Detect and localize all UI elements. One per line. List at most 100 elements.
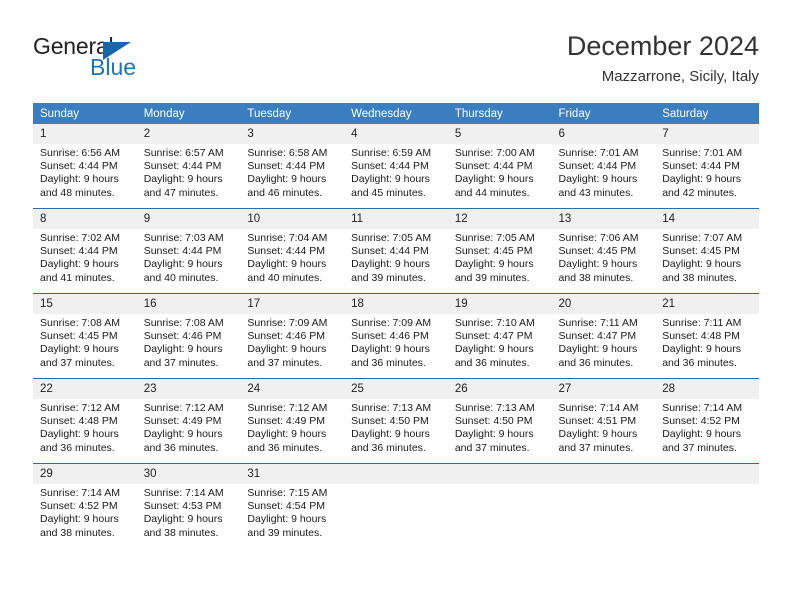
calendar-day-cell[interactable]: 19 Sunrise: 7:10 AM Sunset: 4:47 PM Dayligh… bbox=[447, 293, 552, 379]
calendar-day-cell[interactable]: 24 Sunrise: 7:12 AM Sunset: 4:49 PM Dayligh… bbox=[240, 378, 345, 464]
calendar-day-cell[interactable]: 22 Sunrise: 7:12 AM Sunset: 4:48 PM Dayligh… bbox=[33, 378, 137, 464]
general-blue-logo[interactable]: General Blue bbox=[33, 34, 273, 90]
calendar-cell-empty bbox=[344, 463, 448, 548]
daylight-duration-line2: and 48 minutes. bbox=[40, 186, 115, 199]
daylight-duration-line2: and 37 minutes. bbox=[454, 441, 530, 454]
daylight-duration-line1: Daylight: 9 hours bbox=[351, 173, 430, 186]
day-cell-inner: 14 Sunrise: 7:07 AM Sunset: 4:45 PM Dayligh… bbox=[655, 209, 759, 293]
calendar-day-cell[interactable]: 27 Sunrise: 7:14 AM Sunset: 4:51 PM Dayligh… bbox=[551, 378, 656, 464]
daylight-duration-line1: Daylight: 9 hours bbox=[143, 258, 223, 271]
sunset-time: Sunset: 4:44 PM bbox=[143, 245, 222, 258]
daylight-duration-line2: and 37 minutes. bbox=[247, 356, 323, 369]
calendar-day-cell[interactable]: 15 Sunrise: 7:08 AM Sunset: 4:45 PM Dayligh… bbox=[33, 293, 137, 379]
day-details: Sunrise: 7:14 AM Sunset: 4:51 PM Daylight:… bbox=[552, 399, 656, 455]
weekday-header-friday: Friday bbox=[551, 103, 656, 124]
calendar-day-cell[interactable]: 13 Sunrise: 7:06 AM Sunset: 4:45 PM Dayligh… bbox=[551, 208, 656, 294]
calendar-day-cell[interactable]: 31 Sunrise: 7:15 AM Sunset: 4:54 PM Dayligh… bbox=[240, 463, 345, 548]
day-number: 17 bbox=[240, 294, 345, 314]
day-details: Sunrise: 7:09 AM Sunset: 4:46 PM Daylight:… bbox=[344, 314, 448, 370]
calendar-day-cell[interactable]: 14 Sunrise: 7:07 AM Sunset: 4:45 PM Dayligh… bbox=[655, 208, 759, 294]
day-cell-inner: 16 Sunrise: 7:08 AM Sunset: 4:46 PM Dayligh… bbox=[136, 294, 241, 378]
calendar-day-cell[interactable]: 10 Sunrise: 7:04 AM Sunset: 4:44 PM Dayligh… bbox=[240, 208, 345, 294]
daylight-duration-line2: and 44 minutes. bbox=[454, 186, 530, 199]
daylight-duration-line1: Daylight: 9 hours bbox=[143, 428, 223, 441]
day-details: Sunrise: 7:15 AM Sunset: 4:54 PM Daylight:… bbox=[240, 484, 344, 540]
day-details: Sunrise: 7:05 AM Sunset: 4:44 PM Daylight:… bbox=[344, 229, 448, 285]
sunset-time: Sunset: 4:44 PM bbox=[247, 245, 326, 258]
day-cell-inner: 11 Sunrise: 7:05 AM Sunset: 4:44 PM Dayligh… bbox=[344, 209, 448, 293]
weekday-header-sunday: Sunday bbox=[33, 103, 137, 124]
day-details: Sunrise: 7:12 AM Sunset: 4:49 PM Daylight:… bbox=[137, 399, 241, 455]
sunrise-time: Sunrise: 7:10 AM bbox=[454, 317, 535, 329]
calendar-day-cell[interactable]: 30 Sunrise: 7:14 AM Sunset: 4:53 PM Dayligh… bbox=[136, 463, 241, 548]
day-details: Sunrise: 7:14 AM Sunset: 4:53 PM Daylight:… bbox=[137, 484, 241, 540]
day-details: Sunrise: 7:00 AM Sunset: 4:44 PM Daylight:… bbox=[448, 144, 552, 200]
calendar-day-cell[interactable]: 12 Sunrise: 7:05 AM Sunset: 4:45 PM Dayligh… bbox=[447, 208, 552, 294]
calendar-day-cell[interactable]: 16 Sunrise: 7:08 AM Sunset: 4:46 PM Dayligh… bbox=[136, 293, 241, 379]
day-number: 12 bbox=[447, 209, 552, 229]
day-number: 30 bbox=[136, 464, 241, 484]
day-details: Sunrise: 7:08 AM Sunset: 4:46 PM Daylight:… bbox=[137, 314, 241, 370]
sunset-time: Sunset: 4:44 PM bbox=[351, 245, 429, 258]
day-number bbox=[447, 464, 552, 484]
calendar-day-cell[interactable]: 1 Sunrise: 6:56 AM Sunset: 4:44 PM Daylight… bbox=[33, 124, 137, 209]
calendar-page: General Blue December 2024 Mazzarrone, S… bbox=[0, 0, 792, 612]
calendar-day-cell[interactable]: 29 Sunrise: 7:14 AM Sunset: 4:52 PM Dayligh… bbox=[33, 463, 137, 548]
calendar-day-cell[interactable]: 20 Sunrise: 7:11 AM Sunset: 4:47 PM Dayligh… bbox=[551, 293, 656, 379]
daylight-duration-line2: and 37 minutes. bbox=[558, 441, 634, 454]
daylight-duration-line2: and 40 minutes. bbox=[247, 271, 323, 284]
daylight-duration-line1: Daylight: 9 hours bbox=[247, 428, 327, 441]
daylight-duration-line1: Daylight: 9 hours bbox=[454, 173, 534, 186]
calendar-day-cell[interactable]: 11 Sunrise: 7:05 AM Sunset: 4:44 PM Dayligh… bbox=[344, 208, 448, 294]
day-details: Sunrise: 7:10 AM Sunset: 4:47 PM Daylight:… bbox=[448, 314, 552, 370]
calendar-day-cell[interactable]: 17 Sunrise: 7:09 AM Sunset: 4:46 PM Dayligh… bbox=[240, 293, 345, 379]
daylight-duration-line2: and 37 minutes. bbox=[40, 356, 115, 369]
calendar-day-cell[interactable]: 18 Sunrise: 7:09 AM Sunset: 4:46 PM Dayligh… bbox=[344, 293, 448, 379]
calendar-day-cell[interactable]: 21 Sunrise: 7:11 AM Sunset: 4:48 PM Dayligh… bbox=[655, 293, 759, 379]
daylight-duration-line1: Daylight: 9 hours bbox=[558, 428, 638, 441]
day-cell-inner: 27 Sunrise: 7:14 AM Sunset: 4:51 PM Dayligh… bbox=[551, 379, 656, 463]
calendar-day-cell[interactable]: 5 Sunrise: 7:00 AM Sunset: 4:44 PM Daylight… bbox=[447, 124, 552, 209]
day-cell-inner: 18 Sunrise: 7:09 AM Sunset: 4:46 PM Dayligh… bbox=[344, 294, 448, 378]
calendar-day-cell[interactable]: 6 Sunrise: 7:01 AM Sunset: 4:44 PM Daylight… bbox=[551, 124, 656, 209]
day-number: 6 bbox=[551, 124, 656, 144]
location-subtitle: Mazzarrone, Sicily, Italy bbox=[601, 68, 759, 85]
daylight-duration-line2: and 38 minutes. bbox=[143, 526, 219, 539]
calendar-day-cell[interactable]: 3 Sunrise: 6:58 AM Sunset: 4:44 PM Daylight… bbox=[240, 124, 345, 209]
sunrise-time: Sunrise: 7:12 AM bbox=[40, 402, 120, 414]
calendar-week-row: 22 Sunrise: 7:12 AM Sunset: 4:48 PM Dayligh… bbox=[33, 378, 759, 464]
sunrise-time: Sunrise: 7:08 AM bbox=[143, 317, 224, 329]
calendar-day-cell[interactable]: 26 Sunrise: 7:13 AM Sunset: 4:50 PM Dayligh… bbox=[447, 378, 552, 464]
calendar-day-cell[interactable]: 2 Sunrise: 6:57 AM Sunset: 4:44 PM Daylight… bbox=[136, 124, 241, 209]
sunrise-time: Sunrise: 7:08 AM bbox=[40, 317, 120, 329]
calendar-day-cell[interactable]: 8 Sunrise: 7:02 AM Sunset: 4:44 PM Daylight… bbox=[33, 208, 137, 294]
day-cell-inner: 4 Sunrise: 6:59 AM Sunset: 4:44 PM Daylight… bbox=[344, 124, 448, 208]
daylight-duration-line2: and 36 minutes. bbox=[40, 441, 115, 454]
day-number: 21 bbox=[655, 294, 759, 314]
day-cell-inner bbox=[344, 464, 448, 548]
daylight-duration-line2: and 40 minutes. bbox=[143, 271, 219, 284]
day-number: 22 bbox=[33, 379, 137, 399]
calendar-day-cell[interactable]: 28 Sunrise: 7:14 AM Sunset: 4:52 PM Dayligh… bbox=[655, 378, 759, 464]
daylight-duration-line1: Daylight: 9 hours bbox=[40, 513, 119, 526]
calendar-day-cell[interactable]: 4 Sunrise: 6:59 AM Sunset: 4:44 PM Daylight… bbox=[344, 124, 448, 209]
day-details: Sunrise: 6:56 AM Sunset: 4:44 PM Daylight:… bbox=[33, 144, 137, 200]
calendar-day-cell[interactable]: 23 Sunrise: 7:12 AM Sunset: 4:49 PM Dayligh… bbox=[136, 378, 241, 464]
sunrise-time: Sunrise: 6:58 AM bbox=[247, 147, 328, 159]
daylight-duration-line1: Daylight: 9 hours bbox=[143, 173, 223, 186]
day-details: Sunrise: 6:58 AM Sunset: 4:44 PM Daylight:… bbox=[240, 144, 344, 200]
daylight-duration-line1: Daylight: 9 hours bbox=[662, 428, 742, 441]
day-number: 13 bbox=[551, 209, 656, 229]
day-cell-inner: 19 Sunrise: 7:10 AM Sunset: 4:47 PM Dayligh… bbox=[447, 294, 552, 378]
day-details: Sunrise: 7:09 AM Sunset: 4:46 PM Daylight:… bbox=[240, 314, 344, 370]
day-number: 26 bbox=[447, 379, 552, 399]
calendar-week-row: 8 Sunrise: 7:02 AM Sunset: 4:44 PM Daylight… bbox=[33, 208, 759, 294]
sunrise-time: Sunrise: 7:14 AM bbox=[558, 402, 639, 414]
sunset-time: Sunset: 4:49 PM bbox=[247, 415, 326, 428]
calendar-day-cell[interactable]: 7 Sunrise: 7:01 AM Sunset: 4:44 PM Daylight… bbox=[655, 124, 759, 209]
daylight-duration-line1: Daylight: 9 hours bbox=[143, 343, 223, 356]
day-number: 11 bbox=[344, 209, 448, 229]
day-number: 4 bbox=[344, 124, 448, 144]
calendar-day-cell[interactable]: 9 Sunrise: 7:03 AM Sunset: 4:44 PM Daylight… bbox=[136, 208, 241, 294]
calendar-day-cell[interactable]: 25 Sunrise: 7:13 AM Sunset: 4:50 PM Dayligh… bbox=[344, 378, 448, 464]
